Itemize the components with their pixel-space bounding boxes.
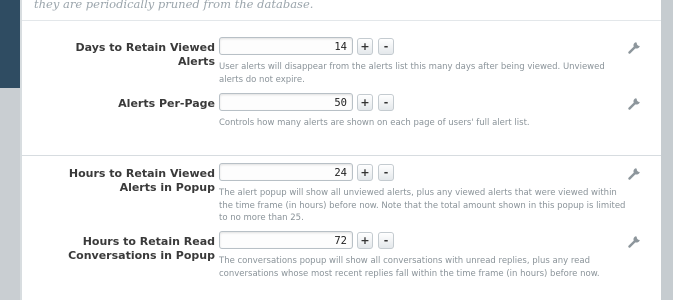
- background-left-strip: [0, 0, 20, 300]
- option-hint: Controls how many alerts are shown on ea…: [219, 118, 530, 128]
- option-hint: User alerts will disappear from the aler…: [219, 62, 605, 85]
- option-label: Hours to Retain Viewed Alerts in Popup: [68, 167, 215, 194]
- option-hint: The alert popup will show all unviewed a…: [219, 188, 626, 223]
- wrench-icon[interactable]: [628, 234, 642, 248]
- decrement-button[interactable]: -: [378, 94, 394, 111]
- hours-to-retain-viewed-alerts-in-popup-input[interactable]: 24: [219, 163, 353, 181]
- options-panel: they are periodically pruned from the da…: [22, 0, 661, 300]
- section-divider: [22, 155, 661, 156]
- wrench-icon[interactable]: [628, 166, 642, 180]
- wrench-icon[interactable]: [628, 40, 642, 54]
- increment-button[interactable]: +: [357, 232, 373, 249]
- option-hint: The conversations popup will show all co…: [219, 256, 600, 279]
- decrement-button[interactable]: -: [378, 38, 394, 55]
- increment-button[interactable]: +: [357, 164, 373, 181]
- increment-button[interactable]: +: [357, 38, 373, 55]
- background-right-strip: [661, 0, 673, 300]
- wrench-icon[interactable]: [628, 96, 642, 110]
- decrement-button[interactable]: -: [378, 164, 394, 181]
- options-intro-text: they are periodically pruned from the da…: [34, 0, 314, 11]
- days-to-retain-viewed-alerts-input[interactable]: 14: [219, 37, 353, 55]
- hours-to-retain-read-conversations-in-popup-input[interactable]: 72: [219, 231, 353, 249]
- divider: [22, 20, 661, 21]
- option-label: Hours to Retain Read Conversations in Po…: [68, 235, 215, 262]
- option-label: Alerts Per-Page: [118, 97, 215, 110]
- alerts-per-page-input[interactable]: 50: [219, 93, 353, 111]
- increment-button[interactable]: +: [357, 94, 373, 111]
- decrement-button[interactable]: -: [378, 232, 394, 249]
- option-label: Days to Retain Viewed Alerts: [75, 41, 216, 68]
